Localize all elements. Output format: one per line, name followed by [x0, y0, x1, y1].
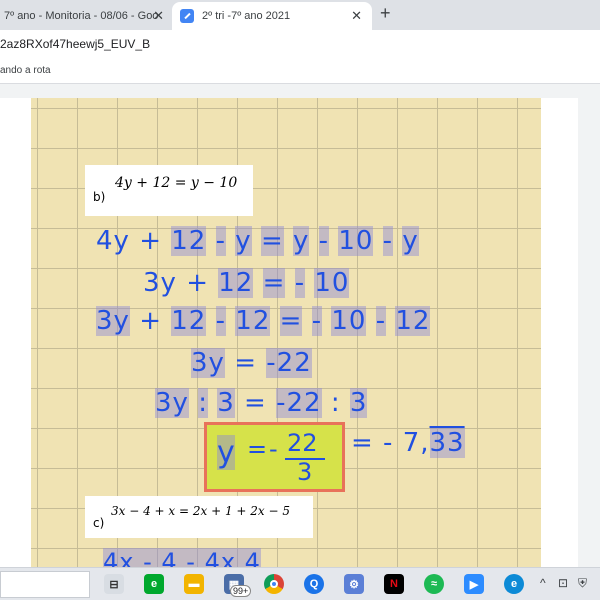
app-icon[interactable]: ⚙	[344, 574, 364, 594]
step-line-5: 3y : 3 = -22 : 3	[155, 388, 368, 418]
chrome-icon[interactable]	[264, 574, 284, 594]
operator: +	[139, 226, 162, 256]
term: 12	[235, 306, 271, 336]
address-bar[interactable]: 2az8RXof47heewj5_EUV_B	[0, 30, 600, 58]
term: 10	[314, 268, 350, 298]
edge-icon[interactable]: e	[504, 574, 524, 594]
term: 3y	[191, 348, 225, 378]
task-view-icon[interactable]: ⊟	[104, 574, 124, 594]
new-tab-button[interactable]: +	[380, 3, 391, 24]
term: 12	[171, 226, 207, 256]
step-line-2: 3y + 12 = - 10	[143, 268, 350, 298]
step-line-4: 3y = -22	[191, 348, 312, 378]
term: 12	[395, 306, 431, 336]
operator: -	[294, 268, 306, 298]
network-icon[interactable]: ⊡	[558, 576, 568, 590]
operator: =	[279, 306, 303, 336]
bookmarks-bar: ando a rota	[0, 58, 600, 84]
taskbar-search[interactable]	[0, 571, 90, 598]
term: y	[293, 226, 310, 256]
evernote-icon[interactable]: e	[144, 574, 164, 594]
term: 12	[218, 268, 254, 298]
problem-b-label: b)	[93, 190, 106, 204]
close-tab-icon[interactable]: ✕	[153, 8, 164, 24]
repeating-digits: 33	[429, 428, 465, 458]
zoom-icon[interactable]: ▶	[464, 574, 484, 594]
close-tab-icon[interactable]: ✕	[351, 8, 362, 24]
tab-monitoria[interactable]: 7º ano - Monitoria - 08/06 - Goo ✕	[0, 2, 172, 30]
scrollbar[interactable]	[585, 85, 600, 567]
step-line-3: 3y + 12 - 12 = - 10 - 12	[96, 306, 431, 336]
search-app-icon[interactable]: Q	[304, 574, 324, 594]
problem-c-label: c)	[93, 516, 105, 530]
jamboard-icon	[180, 9, 194, 23]
operator: -	[382, 226, 394, 256]
term: -22	[276, 388, 322, 418]
term: 3y	[96, 306, 130, 336]
step-line-6-partial: 4x - 4 - 4x 4	[103, 548, 261, 567]
term: 4y	[96, 226, 130, 256]
netflix-icon[interactable]: N	[384, 574, 404, 594]
operator: -	[215, 226, 227, 256]
operator: :	[330, 388, 341, 418]
operator: =	[234, 348, 257, 378]
chevron-up-icon[interactable]: ^	[540, 576, 546, 590]
operator: :	[198, 388, 208, 418]
tab-active[interactable]: 2º tri -7º ano 2021 ✕	[172, 2, 372, 30]
term: y	[402, 226, 419, 256]
term: -22	[266, 348, 312, 378]
term: 3	[217, 388, 235, 418]
term: y	[235, 226, 252, 256]
file-explorer-icon[interactable]: ▬	[184, 574, 204, 594]
step-line-1: 4y + 12 - y = y - 10 - y	[96, 226, 419, 256]
answer-box: y = - 22 3	[204, 422, 345, 492]
operator: -	[318, 226, 330, 256]
tab-bar: 7º ano - Monitoria - 08/06 - Goo ✕ 2º tr…	[0, 0, 600, 30]
approx-prefix: = - 7,	[351, 428, 430, 458]
term: 3y	[143, 268, 177, 298]
url-text[interactable]: 2az8RXof47heewj5_EUV_B	[0, 37, 150, 51]
term: 4x - 4 - 4x 4	[103, 548, 261, 567]
spotify-icon[interactable]: ≈	[424, 574, 444, 594]
operator: =	[260, 226, 284, 256]
operator: =	[244, 388, 267, 418]
shield-icon[interactable]: ⛨	[578, 576, 587, 591]
taskbar: ⊟ e ▬ ▦ 99+ Q ⚙ N ≈ ▶ e ^ ⊡ ⛨	[0, 567, 600, 600]
notification-badge: 99+	[230, 585, 252, 597]
operator: -	[375, 306, 387, 336]
operator: +	[139, 306, 162, 336]
answer-equals: =	[247, 435, 268, 463]
problem-b-equation: 4y + 12 = y − 10	[115, 175, 238, 191]
tab-title: 2º tri -7º ano 2021	[202, 10, 291, 22]
answer-sign: -	[269, 435, 278, 463]
problem-c-card: c) 3x − 4 + x = 2x + 1 + 2x − 5	[85, 496, 313, 538]
problem-b-card: b) 4y + 12 = y − 10	[85, 165, 253, 216]
operator: =	[262, 268, 286, 298]
term: 10	[338, 226, 374, 256]
answer-denominator: 3	[297, 458, 313, 486]
operator: -	[311, 306, 323, 336]
problem-c-equation: 3x − 4 + x = 2x + 1 + 2x − 5	[111, 504, 290, 518]
answer-numerator: 22	[287, 429, 318, 457]
grid-paper: b) 4y + 12 = y − 10 4y + 12 - y = y - 10…	[31, 98, 541, 567]
bookmark-item[interactable]: ando a rota	[0, 65, 51, 76]
operator: +	[186, 268, 209, 298]
term: 3y	[155, 388, 189, 418]
operator: -	[215, 306, 227, 336]
answer-variable: y	[217, 435, 235, 470]
term: 10	[331, 306, 367, 336]
term: 12	[171, 306, 207, 336]
tab-title: 7º ano - Monitoria - 08/06 - Goo	[4, 10, 159, 22]
term: 3	[349, 388, 368, 418]
approx-value: = - 7,33	[351, 428, 465, 458]
